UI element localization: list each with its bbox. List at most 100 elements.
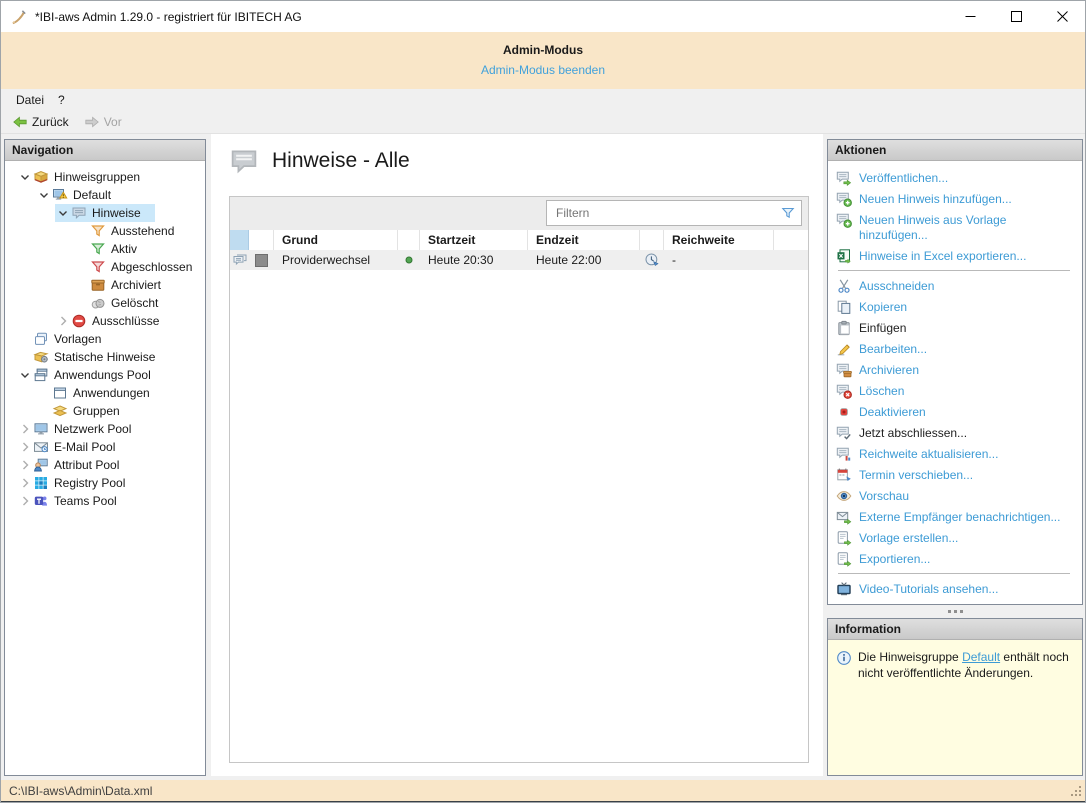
tree-item-default[interactable]: Default <box>5 186 205 204</box>
column-header-blank-0[interactable] <box>230 230 249 250</box>
menu-datei[interactable]: Datei <box>9 89 51 111</box>
tree-item-gruppen[interactable]: Gruppen <box>5 402 205 420</box>
tree-item-abgeschlossen[interactable]: Abgeschlossen <box>5 258 205 276</box>
tree-item-teams-pool[interactable]: Teams Pool <box>5 492 205 510</box>
video-tutorials-icon <box>836 581 852 597</box>
information-panel: Information Die Hinweisgruppe Default en… <box>827 618 1083 776</box>
cell-endzeit: Heute 22:00 <box>528 250 640 270</box>
action-veröffentlichen[interactable]: Veröffentlichen... <box>836 167 1078 188</box>
applications-icon <box>52 385 68 401</box>
resize-grip[interactable] <box>1069 784 1083 798</box>
action-jetzt-abschliessen[interactable]: Jetzt abschliessen... <box>836 422 1078 443</box>
tree-item-gelöscht[interactable]: Gelöscht <box>5 294 205 312</box>
action-neuen-hinweis-hinzufügen[interactable]: Neuen Hinweis hinzufügen... <box>836 188 1078 209</box>
tree-item-aktiv[interactable]: Aktiv <box>5 240 205 258</box>
tree-item-vorlagen[interactable]: Vorlagen <box>5 330 205 348</box>
close-button[interactable] <box>1039 1 1085 32</box>
tree-item-anwendungs-pool[interactable]: Anwendungs Pool <box>5 366 205 384</box>
action-label: Bearbeiten... <box>859 341 927 357</box>
tree-item-label: Vorlagen <box>54 332 101 346</box>
action-archivieren[interactable]: Archivieren <box>836 359 1078 380</box>
deleted-icon <box>90 295 106 311</box>
email-pool-icon <box>33 439 49 455</box>
action-exportieren[interactable]: Exportieren... <box>836 548 1078 569</box>
filter-funnel-icon[interactable] <box>780 205 796 221</box>
tree-item-statische-hinweise[interactable]: Statische Hinweise <box>5 348 205 366</box>
column-header-endzeit[interactable]: Endzeit <box>528 230 640 250</box>
menu-help[interactable]: ? <box>51 89 72 111</box>
information-text: Die Hinweisgruppe Default enthält noch n… <box>858 649 1074 681</box>
column-header-blank-1[interactable] <box>249 230 274 250</box>
chevron-right-icon[interactable] <box>17 475 33 491</box>
action-externe-empfänger-benachrichtigen[interactable]: Externe Empfänger benachrichtigen... <box>836 506 1078 527</box>
maximize-button[interactable] <box>993 1 1039 32</box>
column-header-grund[interactable]: Grund <box>274 230 398 250</box>
navigation-panel: Navigation HinweisgruppenDefaultHinweise… <box>4 139 206 776</box>
action-video-tutorials-ansehen[interactable]: Video-Tutorials ansehen... <box>836 578 1078 599</box>
chevron-right-icon[interactable] <box>17 457 33 473</box>
action-ausschneiden[interactable]: Ausschneiden <box>836 275 1078 296</box>
chevron-right-icon[interactable] <box>17 493 33 509</box>
column-header-blank-6[interactable] <box>640 230 664 250</box>
chevron-down-icon[interactable] <box>36 187 52 203</box>
tree-item-hinweise[interactable]: Hinweise <box>5 204 205 222</box>
chevron-right-icon[interactable] <box>55 313 71 329</box>
column-header-reichweite[interactable]: Reichweite <box>664 230 774 250</box>
tree-item-anwendungen[interactable]: Anwendungen <box>5 384 205 402</box>
action-deaktivieren[interactable]: Deaktivieren <box>836 401 1078 422</box>
tree-item-hinweisgruppen[interactable]: Hinweisgruppen <box>5 168 205 186</box>
tree-item-ausstehend[interactable]: Ausstehend <box>5 222 205 240</box>
action-löschen[interactable]: Löschen <box>836 380 1078 401</box>
tree-indent <box>36 403 52 419</box>
action-hinweise-in-excel-exportieren[interactable]: Hinweise in Excel exportieren... <box>836 245 1078 266</box>
forward-button[interactable]: Vor <box>80 113 126 131</box>
tree-item-label: E-Mail Pool <box>54 440 115 454</box>
chevron-right-icon[interactable] <box>17 439 33 455</box>
tree-item-archiviert[interactable]: Archiviert <box>5 276 205 294</box>
action-label: Video-Tutorials ansehen... <box>859 581 998 597</box>
default-group-icon <box>52 187 68 203</box>
tree-item-netzwerk-pool[interactable]: Netzwerk Pool <box>5 420 205 438</box>
chevron-down-icon[interactable] <box>55 205 71 221</box>
funnel-completed-icon <box>90 259 106 275</box>
copy-icon <box>836 299 852 315</box>
action-neuen-hinweis-aus-vorlage-hinzufügen[interactable]: Neuen Hinweis aus Vorlage hinzufügen... <box>836 209 1078 245</box>
templates-icon <box>33 331 49 347</box>
window-controls <box>947 1 1085 32</box>
admin-mode-exit-link[interactable]: Admin-Modus beenden <box>481 63 605 77</box>
notice-groups-icon <box>33 169 49 185</box>
minimize-button[interactable] <box>947 1 993 32</box>
action-kopieren[interactable]: Kopieren <box>836 296 1078 317</box>
tree-item-ausschlüsse[interactable]: Ausschlüsse <box>5 312 205 330</box>
action-label: Vorschau <box>859 488 909 504</box>
action-einfügen[interactable]: Einfügen <box>836 317 1078 338</box>
action-reichweite-aktualisieren[interactable]: Reichweite aktualisieren... <box>836 443 1078 464</box>
application-pool-icon <box>33 367 49 383</box>
filter-input[interactable] <box>549 205 780 221</box>
tree-item-e-mail-pool[interactable]: E-Mail Pool <box>5 438 205 456</box>
archived-icon <box>90 277 106 293</box>
action-label: Termin verschieben... <box>859 467 973 483</box>
table-row[interactable]: ProviderwechselHeute 20:30Heute 22:00- <box>230 250 808 270</box>
column-header-startzeit[interactable]: Startzeit <box>420 230 528 250</box>
tree-item-attribut-pool[interactable]: Attribut Pool <box>5 456 205 474</box>
action-label: Veröffentlichen... <box>859 170 948 186</box>
tree-item-label: Teams Pool <box>54 494 117 508</box>
action-bearbeiten[interactable]: Bearbeiten... <box>836 338 1078 359</box>
chevron-down-icon[interactable] <box>17 367 33 383</box>
back-button[interactable]: Zurück <box>8 113 73 131</box>
action-termin-verschieben[interactable]: Termin verschieben... <box>836 464 1078 485</box>
chevron-down-icon[interactable] <box>17 169 33 185</box>
info-icon <box>836 650 852 666</box>
action-vorschau[interactable]: Vorschau <box>836 485 1078 506</box>
information-default-link[interactable]: Default <box>962 650 1000 664</box>
panel-splitter-handle[interactable] <box>827 605 1083 618</box>
notices-icon <box>71 205 87 221</box>
column-header-blank-3[interactable] <box>398 230 420 250</box>
tree-item-registry-pool[interactable]: Registry Pool <box>5 474 205 492</box>
chevron-right-icon[interactable] <box>17 421 33 437</box>
page-title: Hinweise - Alle <box>272 149 410 173</box>
status-bar-path: C:\IBI-aws\Admin\Data.xml <box>9 784 152 798</box>
action-vorlage-erstellen[interactable]: Vorlage erstellen... <box>836 527 1078 548</box>
tree-item-label: Default <box>73 188 111 202</box>
